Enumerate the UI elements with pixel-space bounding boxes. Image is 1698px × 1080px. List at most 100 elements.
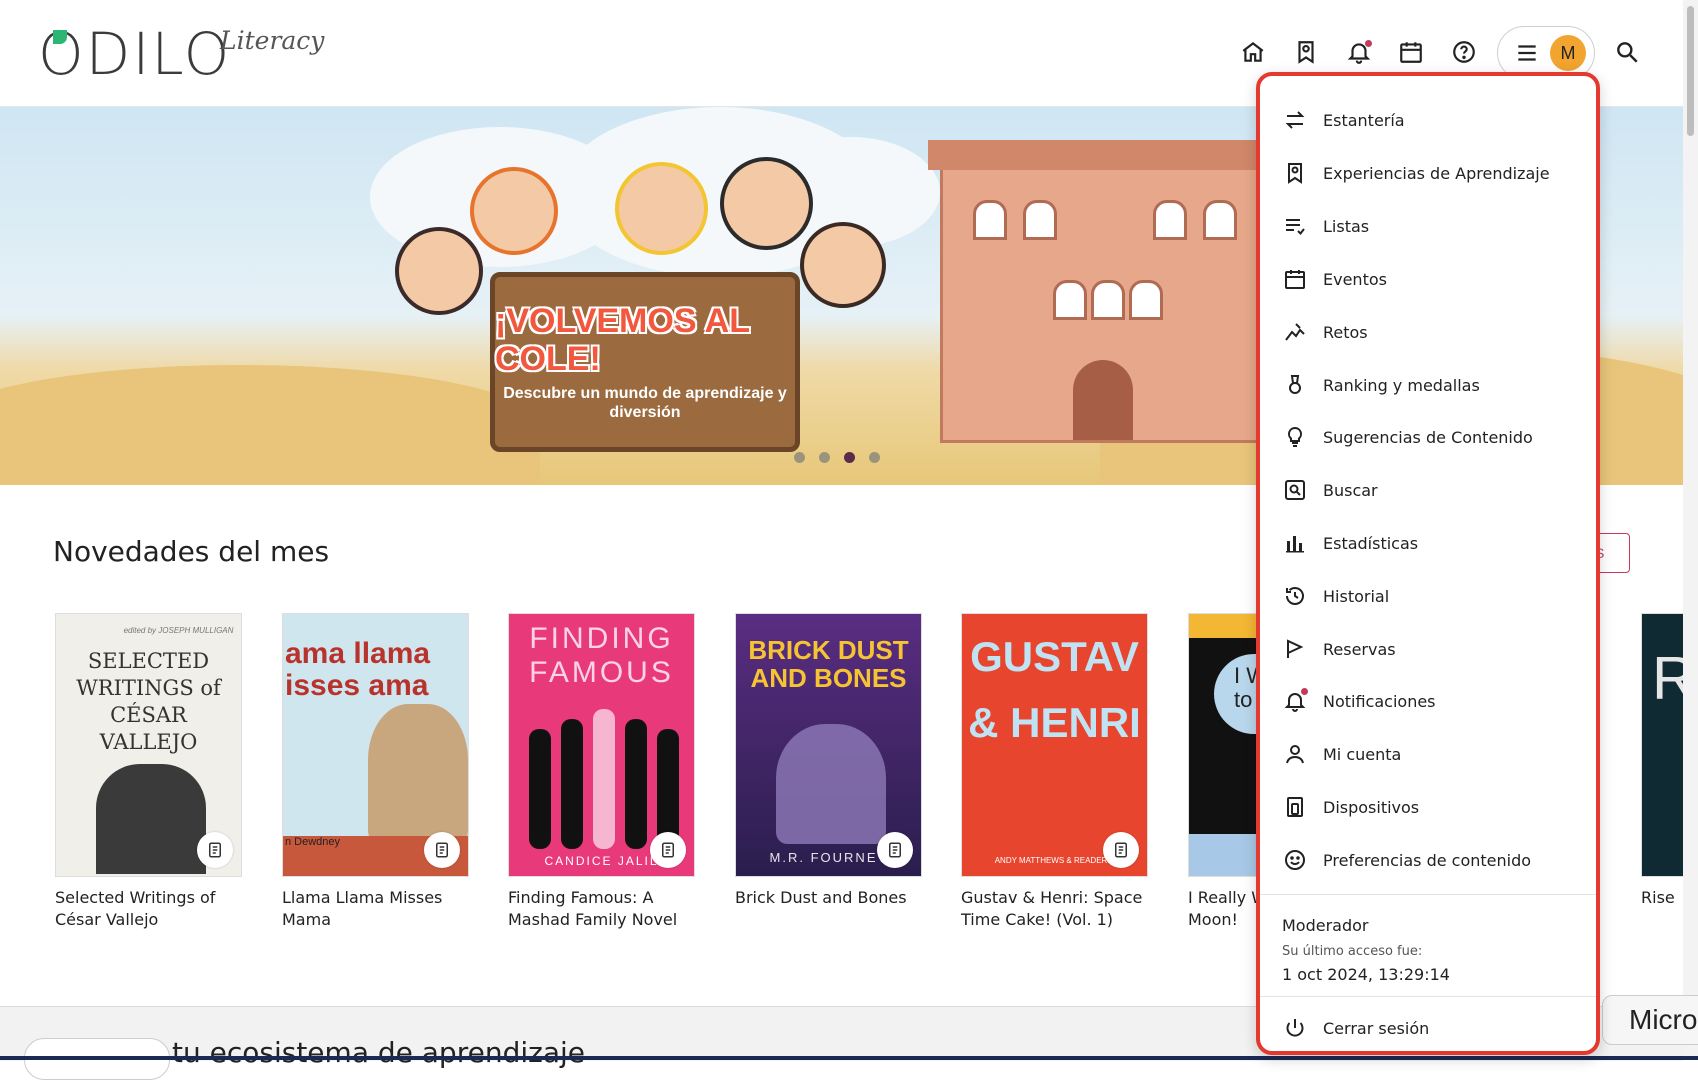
menu-item-ranking[interactable]: Ranking y medallas bbox=[1260, 359, 1596, 411]
smiley-icon bbox=[1282, 847, 1308, 873]
section-title: Novedades del mes bbox=[53, 535, 330, 568]
ebook-badge-icon bbox=[197, 832, 233, 868]
menu-item-label: Estantería bbox=[1323, 110, 1405, 130]
last-access-date: 1 oct 2024, 13:29:14 bbox=[1282, 965, 1450, 984]
cover-title: BRICK DUST AND BONES bbox=[748, 635, 909, 693]
logout-label: Cerrar sesión bbox=[1323, 1018, 1430, 1038]
menu-item-label: Notificaciones bbox=[1323, 691, 1436, 711]
ebook-badge-icon bbox=[877, 832, 913, 868]
menu-item-label: Listas bbox=[1323, 216, 1370, 236]
search-icon[interactable] bbox=[1612, 37, 1642, 67]
lightbulb-icon bbox=[1282, 424, 1308, 450]
kid-illustration bbox=[615, 162, 708, 255]
help-icon[interactable] bbox=[1449, 37, 1479, 67]
kid-illustration bbox=[395, 227, 483, 315]
book-card[interactable]: GUSTAV & HENRI ANDY MATTHEWS & READER T … bbox=[961, 613, 1148, 931]
school-window bbox=[973, 200, 1007, 240]
menu-item-label: Experiencias de Aprendizaje bbox=[1323, 163, 1550, 183]
book-card[interactable]: edited by JOSEPH MULLIGAN SELECTED WRITI… bbox=[55, 613, 242, 931]
book-card[interactable]: R Rise bbox=[1641, 613, 1683, 909]
menu-item-label: Eventos bbox=[1323, 269, 1387, 289]
carousel-dot[interactable] bbox=[794, 452, 805, 463]
book-cover[interactable]: ama llama isses ama n Dewdney bbox=[282, 613, 469, 877]
power-icon bbox=[1282, 1015, 1308, 1041]
school-window bbox=[1091, 280, 1125, 320]
logout-button[interactable]: Cerrar sesión bbox=[1260, 1002, 1596, 1051]
book-title[interactable]: Finding Famous: A Mashad Family Novel bbox=[508, 887, 695, 931]
notification-dot bbox=[1301, 688, 1308, 695]
menu-item-label: Retos bbox=[1323, 322, 1368, 342]
cover-title: FINDING FAMOUS bbox=[529, 622, 674, 689]
menu-item-dispositivos[interactable]: Dispositivos bbox=[1260, 781, 1596, 833]
cover-editor: edited by JOSEPH MULLIGAN bbox=[123, 626, 234, 635]
menu-item-label: Preferencias de contenido bbox=[1323, 850, 1532, 870]
school-illustration bbox=[928, 140, 1278, 443]
user-icon bbox=[1282, 741, 1308, 767]
menu-item-buscar[interactable]: Buscar bbox=[1260, 464, 1596, 516]
bar-chart-icon bbox=[1282, 530, 1308, 556]
history-icon bbox=[1282, 583, 1308, 609]
kid-illustration bbox=[470, 167, 558, 255]
menu-item-label: Estadísticas bbox=[1323, 533, 1419, 553]
banner-sign: ¡VOLVEMOS AL COLE! Descubre un mundo de … bbox=[490, 272, 800, 452]
home-icon[interactable] bbox=[1238, 37, 1268, 67]
hill bbox=[0, 365, 540, 485]
book-card[interactable]: FINDING FAMOUS CANDICE JALIL Finding Fam… bbox=[508, 613, 695, 931]
menu-item-listas[interactable]: Listas bbox=[1260, 200, 1596, 252]
book-cover[interactable]: FINDING FAMOUS CANDICE JALIL bbox=[508, 613, 695, 877]
cover-title: R bbox=[1642, 644, 1683, 713]
menu-item-retos[interactable]: Retos bbox=[1260, 306, 1596, 358]
school-window bbox=[1153, 200, 1187, 240]
book-card[interactable]: BRICK DUST AND BONES M.R. FOURNET Brick … bbox=[735, 613, 922, 909]
menu-item-label: Buscar bbox=[1323, 480, 1378, 500]
taskbar-edge bbox=[0, 1056, 1698, 1060]
carousel-dots[interactable] bbox=[794, 452, 880, 463]
cover-title: ama llama isses ama bbox=[285, 637, 431, 702]
book-title[interactable]: Selected Writings of César Vallejo bbox=[55, 887, 242, 931]
menu-item-label: Ranking y medallas bbox=[1323, 375, 1480, 395]
scrollbar-thumb[interactable] bbox=[1687, 6, 1694, 136]
cover-title: SELECTED WRITINGS of CÉSAR VALLEJO bbox=[76, 649, 221, 754]
page-scrollbar[interactable] bbox=[1683, 0, 1698, 1060]
carousel-dot[interactable] bbox=[819, 452, 830, 463]
book-title[interactable]: Brick Dust and Bones bbox=[735, 887, 922, 909]
bell-icon bbox=[1282, 688, 1308, 714]
menu-item-reservas[interactable]: Reservas bbox=[1260, 623, 1596, 675]
school-window bbox=[1203, 200, 1237, 240]
kid-illustration bbox=[720, 157, 813, 250]
menu-item-estanteria[interactable]: Estantería bbox=[1260, 94, 1596, 146]
micro-button[interactable]: Micro bbox=[1602, 995, 1698, 1045]
menu-item-notificaciones[interactable]: Notificaciones bbox=[1260, 675, 1596, 727]
book-card[interactable]: ama llama isses ama n Dewdney Llama Llam… bbox=[282, 613, 469, 931]
book-title[interactable]: Llama Llama Misses Mama bbox=[282, 887, 469, 931]
cover-figure bbox=[96, 764, 206, 874]
menu-divider bbox=[1260, 894, 1596, 895]
menu-item-label: Dispositivos bbox=[1323, 797, 1420, 817]
menu-item-historial[interactable]: Historial bbox=[1260, 570, 1596, 622]
notifications-bell-icon[interactable] bbox=[1344, 37, 1374, 67]
menu-item-mi-cuenta[interactable]: Mi cuenta bbox=[1260, 728, 1596, 780]
school-door bbox=[1073, 360, 1133, 440]
menu-item-eventos[interactable]: Eventos bbox=[1260, 253, 1596, 305]
menu-item-preferencias[interactable]: Preferencias de contenido bbox=[1260, 834, 1596, 886]
calendar-icon[interactable] bbox=[1396, 37, 1426, 67]
carousel-dot[interactable] bbox=[869, 452, 880, 463]
book-cover[interactable]: R bbox=[1641, 613, 1683, 877]
menu-item-experiencias[interactable]: Experiencias de Aprendizaje bbox=[1260, 147, 1596, 199]
search-box-icon bbox=[1282, 477, 1308, 503]
book-cover[interactable]: GUSTAV & HENRI ANDY MATTHEWS & READER T bbox=[961, 613, 1148, 877]
menu-item-estadisticas[interactable]: Estadísticas bbox=[1260, 517, 1596, 569]
book-title[interactable]: Gustav & Henri: Space Time Cake! (Vol. 1… bbox=[961, 887, 1148, 931]
book-cover[interactable]: BRICK DUST AND BONES M.R. FOURNET bbox=[735, 613, 922, 877]
menu-item-sugerencias[interactable]: Sugerencias de Contenido bbox=[1260, 411, 1596, 463]
book-cover[interactable]: edited by JOSEPH MULLIGAN SELECTED WRITI… bbox=[55, 613, 242, 877]
kid-illustration bbox=[800, 222, 886, 308]
flag-icon bbox=[1282, 636, 1308, 662]
swap-arrows-icon bbox=[1282, 107, 1308, 133]
learning-experience-icon[interactable] bbox=[1291, 37, 1321, 67]
school-window bbox=[1023, 200, 1057, 240]
challenge-icon bbox=[1282, 319, 1308, 345]
book-title[interactable]: Rise bbox=[1641, 887, 1683, 909]
school-window bbox=[1053, 280, 1087, 320]
carousel-dot-active[interactable] bbox=[844, 452, 855, 463]
